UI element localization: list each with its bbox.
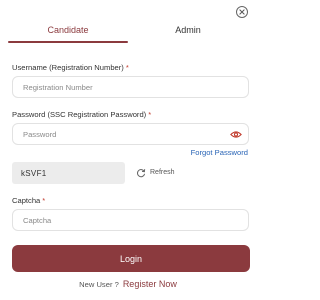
refresh-icon [136,168,146,177]
captcha-image: kSVF1 [12,162,125,184]
captcha-field[interactable] [12,209,249,231]
username-field[interactable] [12,76,249,98]
register-now-link[interactable]: Register Now [123,279,177,289]
password-label-text: Password (SSC Registration Password) [12,110,147,119]
captcha-label: Captcha * [12,196,45,205]
eye-icon [230,130,242,138]
register-prompt: New User ? Register Now [0,279,256,289]
username-required-mark: * [125,63,129,72]
new-user-text: New User ? [79,280,119,289]
password-required-mark: * [148,110,152,119]
password-field[interactable] [12,123,249,145]
close-button[interactable] [236,6,248,18]
tab-admin[interactable]: Admin [128,20,248,43]
login-tabs: Candidate Admin [8,20,248,45]
captcha-required-mark: * [42,196,46,205]
username-label-text: Username (Registration Number) [12,63,124,72]
username-label: Username (Registration Number) * [12,63,129,72]
close-icon [239,9,245,15]
forgot-password-link[interactable]: Forgot Password [191,148,248,157]
active-tab-indicator [8,41,128,43]
captcha-input[interactable] [23,215,248,225]
username-input[interactable] [23,82,248,92]
tab-candidate[interactable]: Candidate [8,20,128,43]
password-input[interactable] [23,129,248,139]
refresh-captcha-button[interactable]: Refresh [136,166,175,179]
login-button[interactable]: Login [12,245,250,272]
captcha-code: kSVF1 [21,168,47,178]
password-label: Password (SSC Registration Password) * [12,110,151,119]
captcha-label-text: Captcha [12,196,41,205]
show-password-button[interactable] [229,129,243,139]
refresh-label: Refresh [150,169,175,176]
